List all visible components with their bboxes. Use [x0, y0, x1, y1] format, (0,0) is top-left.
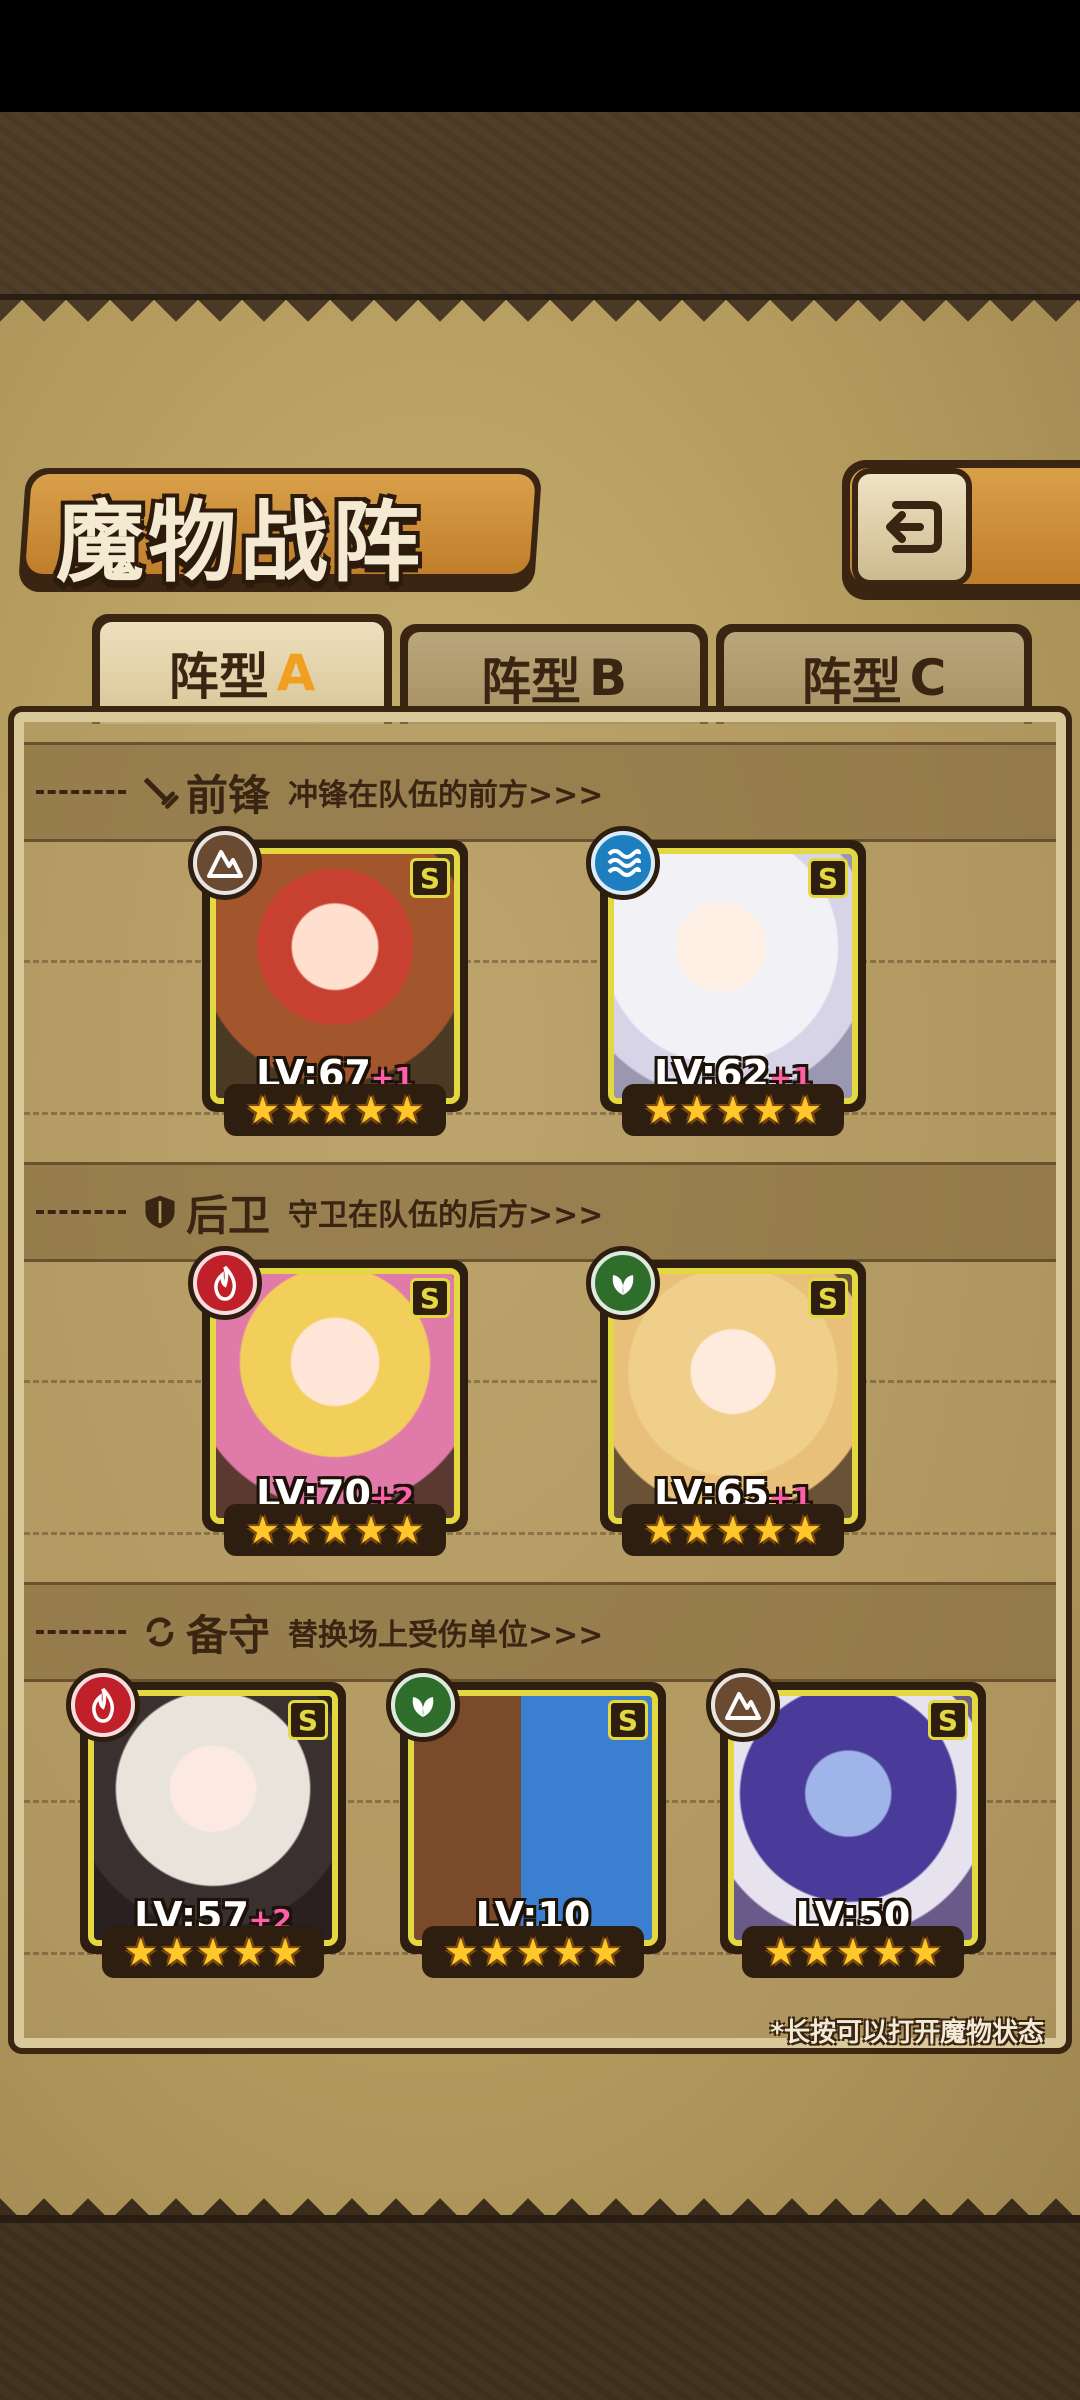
- map-background-top: [0, 112, 1080, 308]
- row-divider: [24, 960, 1056, 963]
- rank-badge: S: [808, 1278, 848, 1318]
- tab-formation-c[interactable]: 阵型 C: [716, 624, 1032, 724]
- star-rating: ★ ★ ★ ★ ★: [622, 1504, 844, 1556]
- map-background-bottom: [0, 2215, 1080, 2400]
- star-rating: ★ ★ ★ ★ ★: [422, 1926, 644, 1978]
- section-description: 替换场上受伤单位>>>: [288, 1618, 604, 1653]
- monster-card-reserve-3[interactable]: S LV:50 ★ ★ ★ ★ ★: [706, 1668, 986, 1978]
- monster-card-reserve-1[interactable]: S LV:57+2 ★ ★ ★ ★ ★: [66, 1668, 346, 1978]
- earth-icon: [188, 826, 262, 900]
- row-divider: [24, 1112, 1056, 1115]
- tab-letter: A: [276, 644, 316, 702]
- tab-label: 阵型: [801, 653, 902, 711]
- monster-card-rear-1[interactable]: S LV:70+2 ★ ★ ★ ★ ★: [188, 1246, 468, 1556]
- monster-card-front-2[interactable]: S LV:62+1 ★ ★ ★ ★ ★: [586, 826, 866, 1136]
- rank-badge: S: [808, 858, 848, 898]
- page-title: 魔物战阵: [56, 490, 425, 594]
- back-arrow-icon: [886, 501, 942, 553]
- star-rating: ★ ★ ★ ★ ★: [224, 1504, 446, 1556]
- fire-icon: [188, 1246, 262, 1320]
- sword-icon: [138, 770, 182, 814]
- row-divider: [24, 1380, 1056, 1383]
- rank-badge: S: [410, 858, 450, 898]
- tab-label: 阵型: [168, 648, 269, 706]
- section-name: 前锋: [186, 770, 271, 820]
- tab-label: 阵型: [480, 653, 581, 711]
- rank-badge: S: [608, 1700, 648, 1740]
- earth-icon: [706, 1668, 780, 1742]
- tab-formation-a[interactable]: 阵型 A: [92, 614, 392, 724]
- rank-badge: S: [928, 1700, 968, 1740]
- tab-letter: C: [909, 649, 947, 707]
- formation-tabs: 阵型 A 阵型 B 阵型 C: [22, 614, 1060, 724]
- rank-badge: S: [410, 1278, 450, 1318]
- star-rating: ★ ★ ★ ★ ★: [742, 1926, 964, 1978]
- water-icon: [586, 826, 660, 900]
- star-rating: ★ ★ ★ ★ ★: [622, 1084, 844, 1136]
- section-name: 后卫: [186, 1190, 271, 1240]
- reserve-section-header: 备守 替换场上受伤单位>>>: [0, 1602, 1080, 1662]
- star-rating: ★ ★ ★ ★ ★: [102, 1926, 324, 1978]
- monster-card-front-1[interactable]: S LV:67+1 ★ ★ ★ ★ ★: [188, 826, 468, 1136]
- swap-icon: [138, 1610, 182, 1654]
- wind-icon: [586, 1246, 660, 1320]
- long-press-hint: *长按可以打开魔物状态: [770, 2018, 1044, 2048]
- section-name: 备守: [186, 1610, 271, 1660]
- status-bar: [0, 0, 1080, 112]
- back-button[interactable]: [852, 468, 972, 586]
- front-section-header: 前锋 冲锋在队伍的前方>>>: [0, 762, 1080, 822]
- row-divider: [24, 1532, 1056, 1535]
- wind-icon: [386, 1668, 460, 1742]
- rear-section-header: 后卫 守卫在队伍的后方>>>: [0, 1182, 1080, 1242]
- shield-icon: [138, 1190, 182, 1234]
- tab-letter: B: [588, 649, 628, 707]
- star-rating: ★ ★ ★ ★ ★: [224, 1084, 446, 1136]
- tab-formation-b[interactable]: 阵型 B: [400, 624, 708, 724]
- section-description: 冲锋在队伍的前方>>>: [288, 778, 604, 813]
- section-description: 守卫在队伍的后方>>>: [288, 1198, 604, 1233]
- monster-card-reserve-2[interactable]: S LV:10 ★ ★ ★ ★ ★: [386, 1668, 666, 1978]
- monster-card-rear-2[interactable]: S LV:65+1 ★ ★ ★ ★ ★: [586, 1246, 866, 1556]
- fire-icon: [66, 1668, 140, 1742]
- rank-badge: S: [288, 1700, 328, 1740]
